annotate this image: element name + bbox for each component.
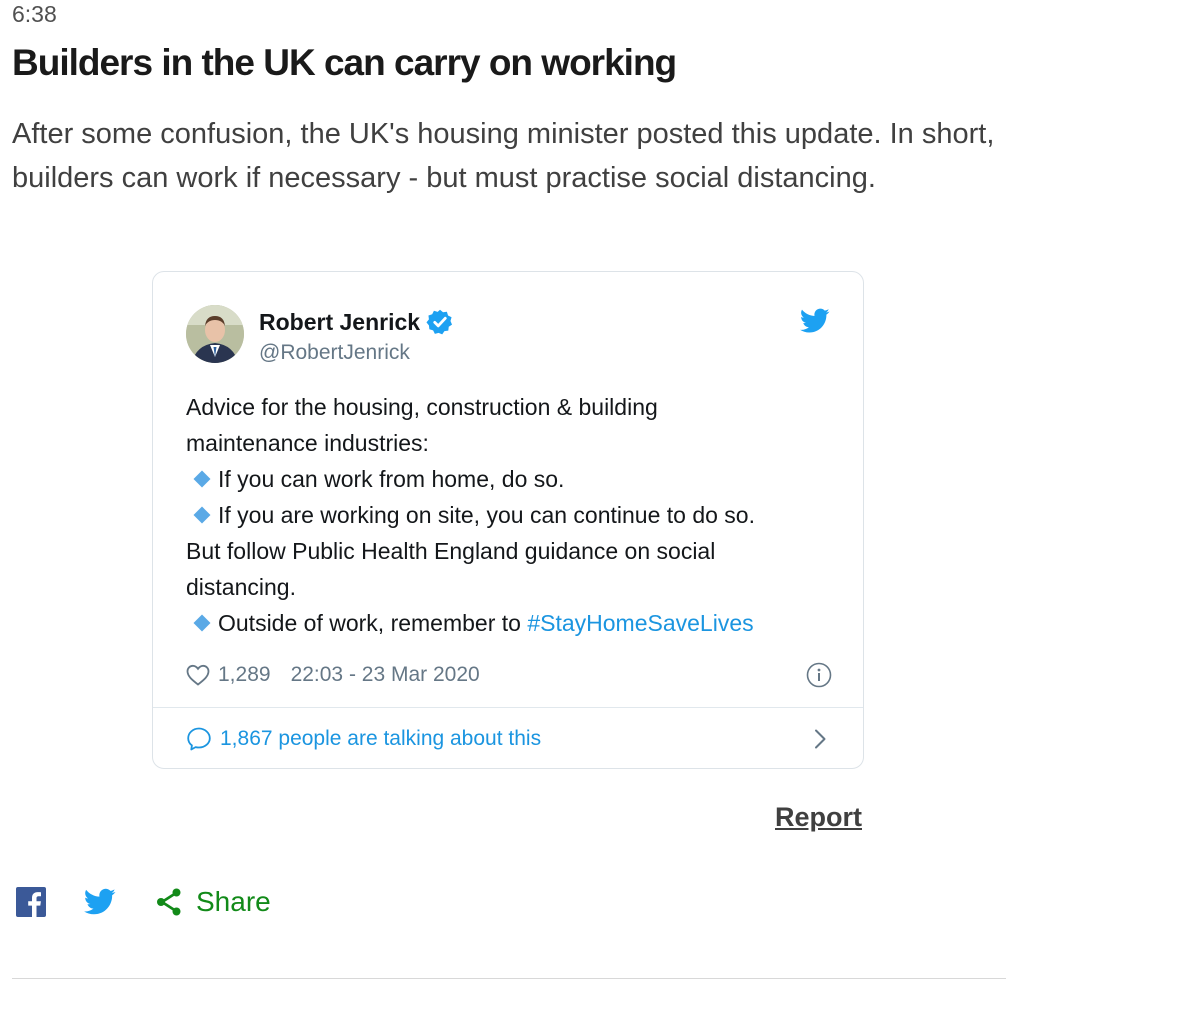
tweet-line: distancing. bbox=[186, 574, 296, 600]
post-headline: Builders in the UK can carry on working bbox=[12, 42, 677, 83]
share-icon bbox=[157, 888, 181, 916]
tweet-bullet-text: Outside of work, remember to bbox=[218, 610, 528, 636]
talking-count[interactable]: 1,867 people are talking about this bbox=[220, 727, 541, 751]
tweet-line: But follow Public Health England guidanc… bbox=[186, 538, 716, 564]
author-name-text[interactable]: Robert Jenrick bbox=[259, 308, 420, 336]
bottom-divider bbox=[12, 978, 1006, 979]
info-icon[interactable] bbox=[806, 662, 832, 688]
tweet-text: Advice for the housing, construction & b… bbox=[186, 389, 846, 641]
tweet-meta: 1,289 22:03 - 23 Mar 2020 bbox=[186, 660, 832, 690]
tweet-bullet-line: If you are working on site, you can cont… bbox=[186, 497, 846, 533]
blue-diamond-icon bbox=[193, 470, 211, 488]
verified-badge-icon bbox=[426, 309, 453, 335]
tweet-bullet-line: Outside of work, remember to #StayHomeSa… bbox=[186, 605, 846, 641]
author-name[interactable]: Robert Jenrick bbox=[259, 308, 454, 336]
report-link[interactable]: Report bbox=[775, 800, 862, 834]
facebook-icon[interactable] bbox=[16, 887, 46, 917]
tweet-date[interactable]: 22:03 - 23 Mar 2020 bbox=[291, 663, 480, 687]
tweet-divider bbox=[153, 707, 863, 708]
like-count[interactable]: 1,289 bbox=[218, 663, 271, 687]
blue-diamond-icon bbox=[193, 614, 211, 632]
share-bar: Share bbox=[16, 884, 271, 920]
author-handle[interactable]: @RobertJenrick bbox=[259, 340, 410, 366]
tweet-line: maintenance industries: bbox=[186, 430, 429, 456]
tweet-line: Advice for the housing, construction & b… bbox=[186, 394, 658, 420]
share-label[interactable]: Share bbox=[196, 886, 271, 918]
tweet-bullet-line: If you can work from home, do so. bbox=[186, 461, 846, 497]
twitter-bird-icon[interactable] bbox=[800, 308, 830, 334]
tweet-bullet-text: If you can work from home, do so. bbox=[218, 466, 565, 492]
blue-diamond-icon bbox=[193, 506, 211, 524]
post-intro: After some confusion, the UK's housing m… bbox=[12, 118, 995, 194]
reply-bubble-icon bbox=[187, 727, 211, 751]
author-avatar[interactable] bbox=[186, 305, 244, 363]
share-button[interactable]: Share bbox=[154, 886, 271, 918]
tweet-conversation-link[interactable]: 1,867 people are talking about this bbox=[186, 724, 832, 754]
heart-icon[interactable] bbox=[186, 664, 210, 686]
post-timestamp: 6:38 bbox=[12, 1, 57, 27]
embedded-tweet[interactable]: Robert Jenrick @RobertJenrick Advice for… bbox=[152, 271, 864, 769]
twitter-share-icon[interactable] bbox=[84, 888, 116, 916]
tweet-bullet-text: If you are working on site, you can cont… bbox=[218, 502, 755, 528]
hashtag-link[interactable]: #StayHomeSaveLives bbox=[527, 610, 753, 636]
chevron-right-icon[interactable] bbox=[808, 727, 832, 751]
